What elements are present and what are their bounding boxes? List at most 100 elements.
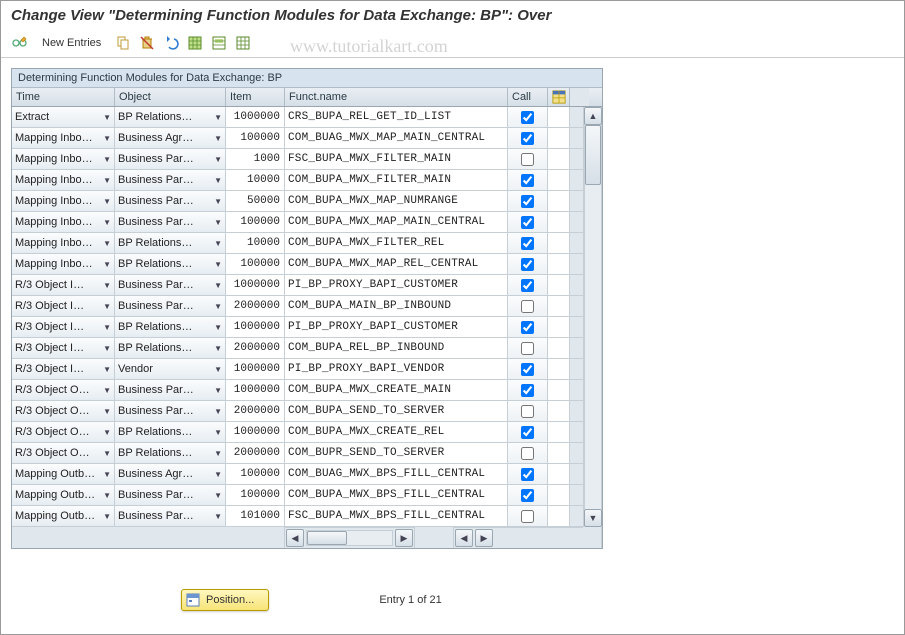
func-value[interactable]: COM_BUPA_MWX_FILTER_REL: [285, 233, 508, 254]
func-value[interactable]: PI_BP_PROXY_BAPI_CUSTOMER: [285, 317, 508, 338]
time-dropdown[interactable]: R/3 Object I…▼: [12, 296, 115, 317]
object-dropdown[interactable]: Business Par…▼: [115, 212, 226, 233]
item-value[interactable]: 2000000: [226, 338, 285, 359]
item-value[interactable]: 1000: [226, 149, 285, 170]
col-header-item[interactable]: Item: [226, 88, 285, 106]
time-dropdown[interactable]: Mapping Inbo…▼: [12, 170, 115, 191]
func-value[interactable]: COM_BUPA_MWX_BPS_FILL_CENTRAL: [285, 485, 508, 506]
scroll-up-button[interactable]: ▲: [584, 107, 602, 125]
call-checkbox[interactable]: [521, 111, 534, 124]
time-dropdown[interactable]: Mapping Inbo…▼: [12, 212, 115, 233]
func-value[interactable]: CRS_BUPA_REL_GET_ID_LIST: [285, 107, 508, 128]
select-block-button[interactable]: [208, 33, 230, 53]
position-button[interactable]: Position...: [181, 589, 269, 611]
item-value[interactable]: 101000: [226, 506, 285, 527]
undo-button[interactable]: [160, 33, 182, 53]
object-dropdown[interactable]: BP Relations…▼: [115, 338, 226, 359]
scroll-left-button[interactable]: ◀: [286, 529, 304, 547]
time-dropdown[interactable]: R/3 Object O…▼: [12, 422, 115, 443]
new-entries-button[interactable]: New Entries: [33, 33, 110, 53]
item-value[interactable]: 2000000: [226, 296, 285, 317]
col-header-object[interactable]: Object: [115, 88, 226, 106]
func-value[interactable]: COM_BUPR_SEND_TO_SERVER: [285, 443, 508, 464]
object-dropdown[interactable]: Vendor▼: [115, 359, 226, 380]
time-dropdown[interactable]: R/3 Object O…▼: [12, 443, 115, 464]
object-dropdown[interactable]: Business Par…▼: [115, 401, 226, 422]
object-dropdown[interactable]: Business Par…▼: [115, 275, 226, 296]
time-dropdown[interactable]: R/3 Object O…▼: [12, 401, 115, 422]
time-dropdown[interactable]: Mapping Inbo…▼: [12, 254, 115, 275]
call-checkbox[interactable]: [521, 132, 534, 145]
func-value[interactable]: COM_BUAG_MWX_MAP_MAIN_CENTRAL: [285, 128, 508, 149]
deselect-all-button[interactable]: [232, 33, 254, 53]
call-checkbox[interactable]: [521, 447, 534, 460]
col-header-func[interactable]: Funct.name: [285, 88, 508, 106]
table-settings-button[interactable]: [548, 88, 570, 106]
func-value[interactable]: COM_BUPA_MWX_CREATE_REL: [285, 422, 508, 443]
func-value[interactable]: COM_BUPA_MWX_MAP_NUMRANGE: [285, 191, 508, 212]
func-value[interactable]: COM_BUPA_MWX_MAP_REL_CENTRAL: [285, 254, 508, 275]
object-dropdown[interactable]: BP Relations…▼: [115, 317, 226, 338]
call-checkbox[interactable]: [521, 384, 534, 397]
func-value[interactable]: COM_BUPA_SEND_TO_SERVER: [285, 401, 508, 422]
scroll-left-button-2[interactable]: ◀: [455, 529, 473, 547]
col-header-time[interactable]: Time: [12, 88, 115, 106]
select-all-button[interactable]: [184, 33, 206, 53]
object-dropdown[interactable]: Business Par…▼: [115, 380, 226, 401]
func-value[interactable]: COM_BUPA_REL_BP_INBOUND: [285, 338, 508, 359]
call-checkbox[interactable]: [521, 489, 534, 502]
item-value[interactable]: 100000: [226, 128, 285, 149]
call-checkbox[interactable]: [521, 174, 534, 187]
delete-button[interactable]: [136, 33, 158, 53]
func-value[interactable]: COM_BUPA_MWX_CREATE_MAIN: [285, 380, 508, 401]
time-dropdown[interactable]: Mapping Outb…▼: [12, 485, 115, 506]
object-dropdown[interactable]: Business Par…▼: [115, 506, 226, 527]
time-dropdown[interactable]: R/3 Object I…▼: [12, 317, 115, 338]
call-checkbox[interactable]: [521, 405, 534, 418]
item-value[interactable]: 1000000: [226, 359, 285, 380]
vertical-scrollbar[interactable]: ▲ ▼: [583, 107, 602, 527]
func-value[interactable]: FSC_BUPA_MWX_FILTER_MAIN: [285, 149, 508, 170]
time-dropdown[interactable]: R/3 Object I…▼: [12, 275, 115, 296]
func-value[interactable]: COM_BUPA_MWX_FILTER_MAIN: [285, 170, 508, 191]
scroll-right-button[interactable]: ▶: [395, 529, 413, 547]
call-checkbox[interactable]: [521, 237, 534, 250]
call-checkbox[interactable]: [521, 258, 534, 271]
func-value[interactable]: PI_BP_PROXY_BAPI_VENDOR: [285, 359, 508, 380]
item-value[interactable]: 1000000: [226, 107, 285, 128]
toggle-display-change-button[interactable]: [9, 33, 31, 53]
horizontal-scrollbar-func[interactable]: ◀ ▶: [285, 527, 414, 548]
time-dropdown[interactable]: Mapping Outb…▼: [12, 506, 115, 527]
item-value[interactable]: 2000000: [226, 401, 285, 422]
object-dropdown[interactable]: BP Relations…▼: [115, 254, 226, 275]
call-checkbox[interactable]: [521, 468, 534, 481]
object-dropdown[interactable]: BP Relations…▼: [115, 107, 226, 128]
func-value[interactable]: COM_BUAG_MWX_BPS_FILL_CENTRAL: [285, 464, 508, 485]
object-dropdown[interactable]: BP Relations…▼: [115, 422, 226, 443]
call-checkbox[interactable]: [521, 321, 534, 334]
time-dropdown[interactable]: Mapping Inbo…▼: [12, 149, 115, 170]
func-value[interactable]: COM_BUPA_MAIN_BP_INBOUND: [285, 296, 508, 317]
item-value[interactable]: 1000000: [226, 275, 285, 296]
object-dropdown[interactable]: Business Par…▼: [115, 485, 226, 506]
time-dropdown[interactable]: Mapping Inbo…▼: [12, 233, 115, 254]
object-dropdown[interactable]: Business Par…▼: [115, 149, 226, 170]
call-checkbox[interactable]: [521, 363, 534, 376]
item-value[interactable]: 2000000: [226, 443, 285, 464]
item-value[interactable]: 10000: [226, 170, 285, 191]
horizontal-scroll-thumb[interactable]: [307, 531, 347, 545]
vertical-scroll-thumb[interactable]: [585, 125, 601, 185]
object-dropdown[interactable]: Business Agr…▼: [115, 464, 226, 485]
call-checkbox[interactable]: [521, 300, 534, 313]
col-header-call[interactable]: Call: [508, 88, 548, 106]
func-value[interactable]: COM_BUPA_MWX_MAP_MAIN_CENTRAL: [285, 212, 508, 233]
item-value[interactable]: 1000000: [226, 380, 285, 401]
call-checkbox[interactable]: [521, 426, 534, 439]
time-dropdown[interactable]: Extract▼: [12, 107, 115, 128]
horizontal-scrollbar-right[interactable]: ◀ ▶: [454, 527, 583, 548]
call-checkbox[interactable]: [521, 216, 534, 229]
object-dropdown[interactable]: Business Agr…▼: [115, 128, 226, 149]
call-checkbox[interactable]: [521, 279, 534, 292]
item-value[interactable]: 100000: [226, 464, 285, 485]
call-checkbox[interactable]: [521, 195, 534, 208]
